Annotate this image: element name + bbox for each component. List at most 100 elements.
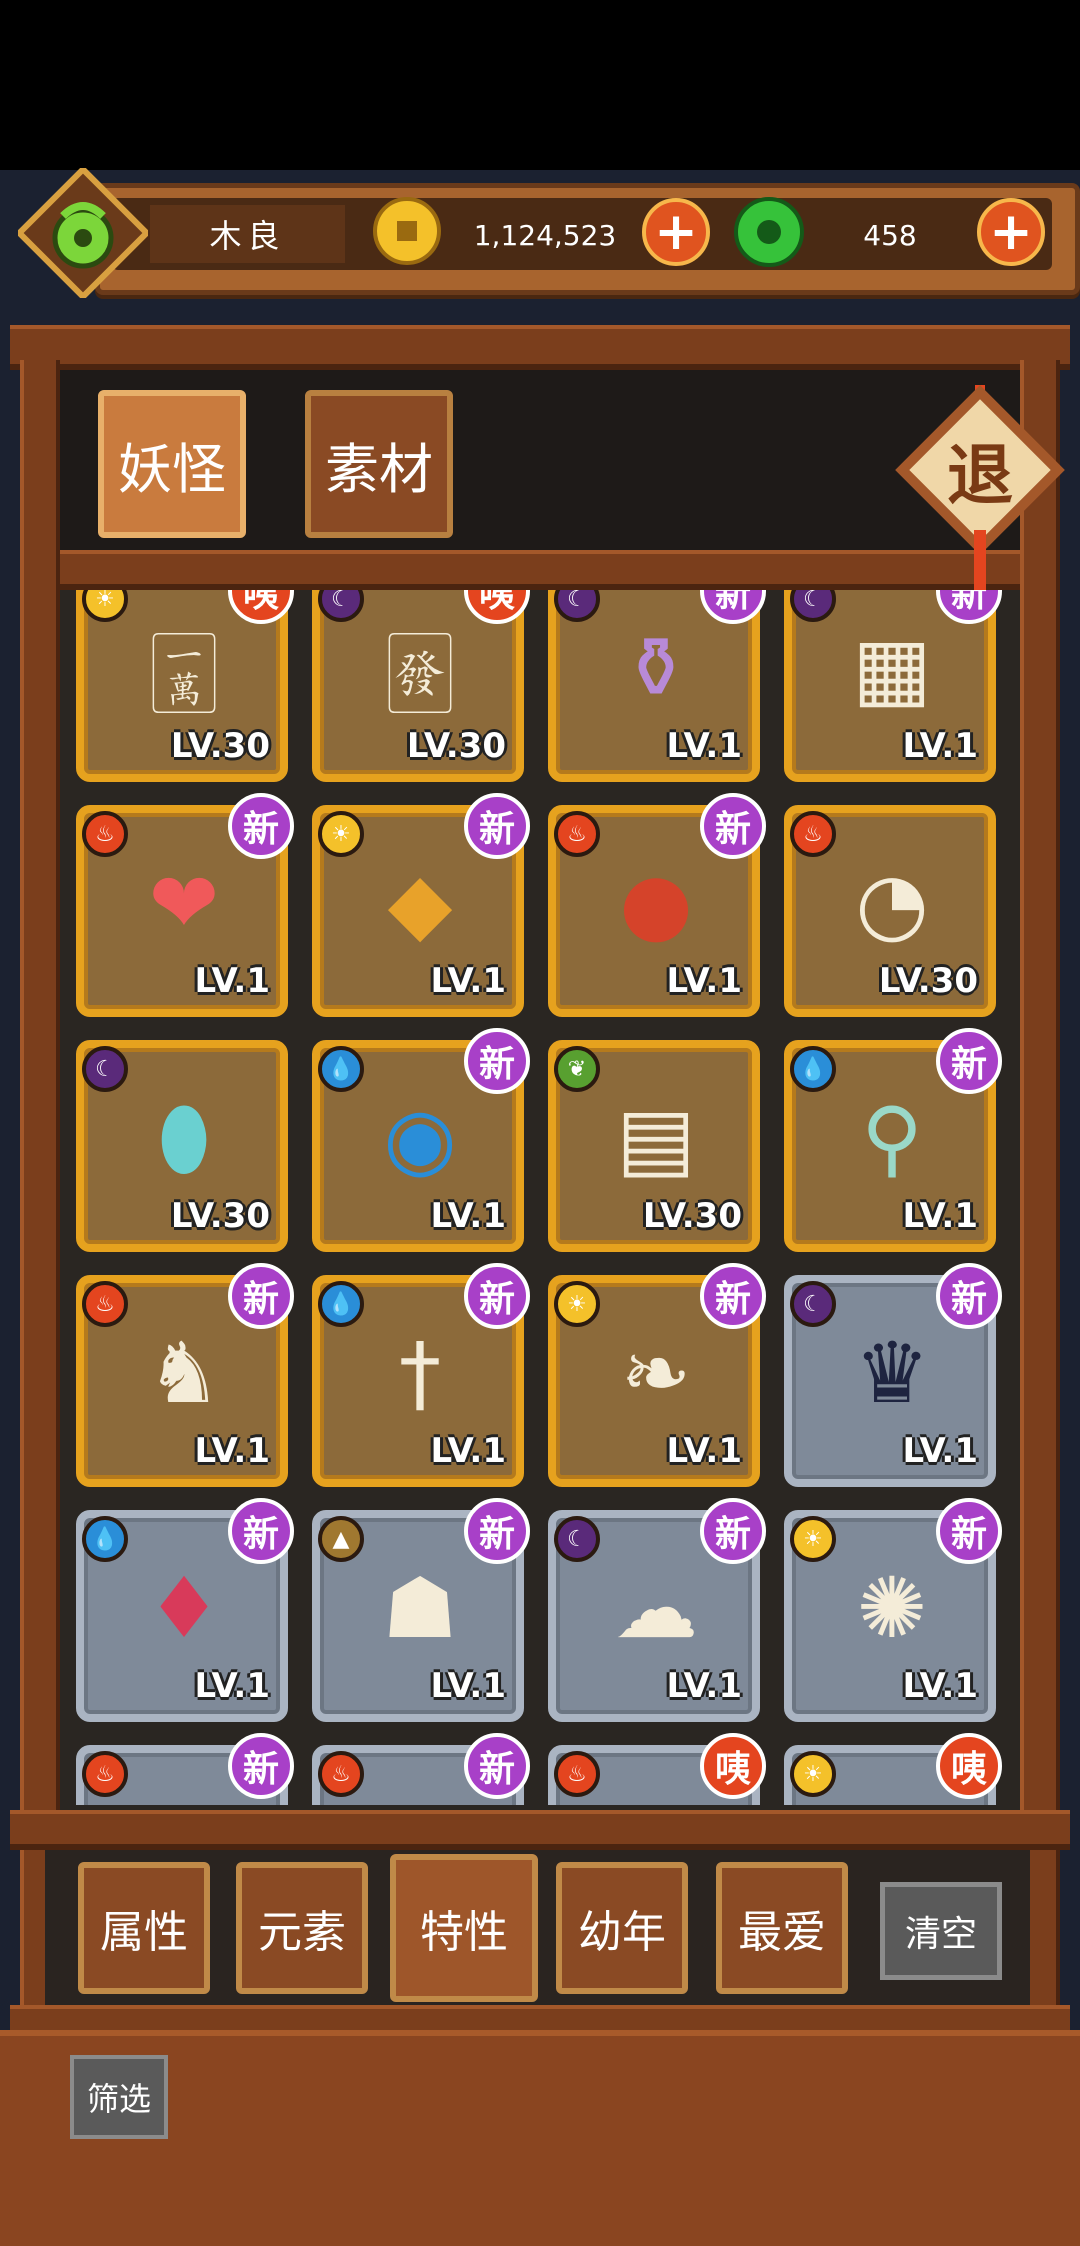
filter-favorite-button[interactable]: 最爱 [716,1862,848,1994]
new-badge: 新 [464,1263,530,1329]
new-badge: 新 [228,1733,294,1799]
red-heart-creature-icon: ❤ [148,854,220,952]
fire-element-icon: ♨ [82,1281,128,1327]
water-element-icon: 💧 [790,1046,836,1092]
add-coins-button[interactable]: + [642,198,710,266]
monster-card[interactable]: ♦ 💧 新 LV.1 [76,1498,294,1722]
white-tile-icon: ▭ [832,1783,952,1805]
card-level: LV.1 [430,961,507,1001]
mahjong-eight-bamboo-icon: 🀇 [150,618,218,717]
card-level: LV.1 [430,1431,507,1471]
log-spirit-icon: ▤ [616,1089,696,1187]
monster-card[interactable]: ▦ ☾ 新 LV.1 [784,590,1002,782]
clear-filter-button[interactable]: 清空 [880,1882,1002,1980]
card-level: LV.1 [666,961,743,1001]
filter-young-button[interactable]: 幼年 [556,1862,688,1994]
card-level: LV.1 [902,1666,979,1706]
monster-card[interactable]: ◆ ☀ 新 LV.1 [312,793,530,1017]
sift-button[interactable]: 筛选 [70,2055,168,2139]
new-badge: 新 [700,1498,766,1564]
moon-element-icon: ☾ [790,1281,836,1327]
monster-card[interactable]: ▲♨ 新 [76,1733,294,1805]
monster-card[interactable]: ▭☀ 咦 [784,1733,1002,1805]
red-creature-icon: ▲ [124,1783,244,1805]
calico-cat-icon: ♞ [146,1324,222,1422]
player-name: 木良 [150,205,345,263]
sun-element-icon: ☀ [318,811,364,857]
blue-water-blob-icon: ◉ [383,1089,457,1187]
monster-card[interactable]: ☗ ▲ 新 LV.1 [312,1498,530,1722]
sun-element-icon: ☀ [790,1751,836,1797]
white-tile-icon: ▭ [596,1783,716,1805]
fire-element-icon: ♨ [554,811,600,857]
monster-card[interactable]: ⚲ 💧 新 LV.1 [784,1028,1002,1252]
monster-card[interactable]: 🀅 ☾ 咦 LV.30 [312,590,530,782]
coin-amount: 1,124,523 [473,218,617,252]
shelf-lower-beam [10,1810,1070,1850]
card-level: LV.1 [902,1196,979,1236]
card-level: LV.1 [666,726,743,766]
new-badge: 新 [936,1498,1002,1564]
filter-trait-button[interactable]: 特性 [390,1854,538,2002]
golden-rock-creature-icon: ◆ [387,854,453,952]
add-jade-button[interactable]: + [977,198,1045,266]
player-avatar-icon[interactable] [18,168,148,298]
moon-element-icon: ☾ [790,590,836,622]
earth-element-icon: ▲ [318,1516,364,1562]
tab-materials[interactable]: 素材 [305,390,453,538]
monster-card[interactable]: ◢♨ 新 [312,1733,530,1805]
monster-card[interactable]: ◔ ♨ LV.30 [784,805,996,1017]
monster-card[interactable]: ♞ ♨ 新 LV.1 [76,1263,294,1487]
new-badge: 新 [228,1263,294,1329]
filter-element-button[interactable]: 元素 [236,1862,368,1994]
purple-spirit-cauldron-icon: ⚱ [620,619,692,717]
exit-sign-button[interactable]: 退 [895,385,1065,590]
gold-coin-icon [373,197,441,265]
moon-element-icon: ☾ [82,1046,128,1092]
card-level: LV.1 [902,726,979,766]
white-feather-icon: ❧ [620,1324,692,1422]
monster-card[interactable]: ▭♨ 咦 [548,1733,766,1805]
vase-branch-icon: ⚲ [861,1089,923,1187]
jade-amount: 458 [863,218,917,252]
diamond-card-icon: ♦ [146,1559,222,1657]
card-level: LV.30 [170,726,270,766]
new-badge: 新 [936,1028,1002,1094]
monster-card[interactable]: ✺ ☀ 新 LV.1 [784,1498,1002,1722]
sperm-spirit-icon: ◔ [855,854,929,952]
monster-card[interactable]: ❧ ☀ 新 LV.1 [548,1263,766,1487]
bone-ghost-icon: ☁ [614,1559,698,1657]
monster-card[interactable]: ⚱ ☾ 新 LV.1 [548,590,766,782]
card-level: LV.1 [666,1666,743,1706]
card-level: LV.1 [430,1196,507,1236]
moon-element-icon: ☾ [554,590,600,622]
new-badge: 新 [936,1263,1002,1329]
new-badge: 新 [228,1498,294,1564]
odd-badge: 咦 [700,1733,766,1799]
monster-card[interactable]: † 💧 新 LV.1 [312,1263,530,1487]
filter-attribute-button[interactable]: 属性 [78,1862,210,1994]
monster-card[interactable]: ☁ ☾ 新 LV.1 [548,1498,766,1722]
monster-card[interactable]: ❤ ♨ 新 LV.1 [76,793,294,1017]
wood-element-icon: ❦ [554,1046,600,1092]
tab-monsters[interactable]: 妖怪 [98,390,246,538]
monster-card[interactable]: ▤ ❦ LV.30 [548,1040,760,1252]
red-ball-creature-icon: ● [619,854,693,952]
monster-card[interactable]: ♛ ☾ 新 LV.1 [784,1263,1002,1487]
monster-card[interactable]: ⬮ ☾ LV.30 [76,1040,288,1252]
monster-card[interactable]: ◉ 💧 新 LV.1 [312,1028,530,1252]
sun-element-icon: ☀ [82,590,128,622]
fire-element-icon: ♨ [790,811,836,857]
fire-element-icon: ♨ [82,1751,128,1797]
red-item-icon: ◢ [360,1783,480,1805]
monster-card-grid: 🀇 ☀ 咦 LV.30 🀅 ☾ 咦 LV.30 ⚱ ☾ 新 LV.1 ▦ ☾ 新 LV.1 ❤ ♨ 新 LV.1 ◆ ☀ 新… [70,590,1005,1805]
monster-card[interactable]: ● ♨ 新 LV.1 [548,793,766,1017]
card-level: LV.1 [194,961,271,1001]
sun-element-icon: ☀ [790,1516,836,1562]
teal-egg-creature-icon: ⬮ [157,1088,211,1187]
monster-card[interactable]: 🀇 ☀ 咦 LV.30 [76,590,294,782]
new-badge: 新 [464,1498,530,1564]
jade-disc-icon [734,197,804,267]
shelf-left-post [20,360,60,2040]
mahjong-six-bamboo-icon: 🀅 [386,618,454,717]
